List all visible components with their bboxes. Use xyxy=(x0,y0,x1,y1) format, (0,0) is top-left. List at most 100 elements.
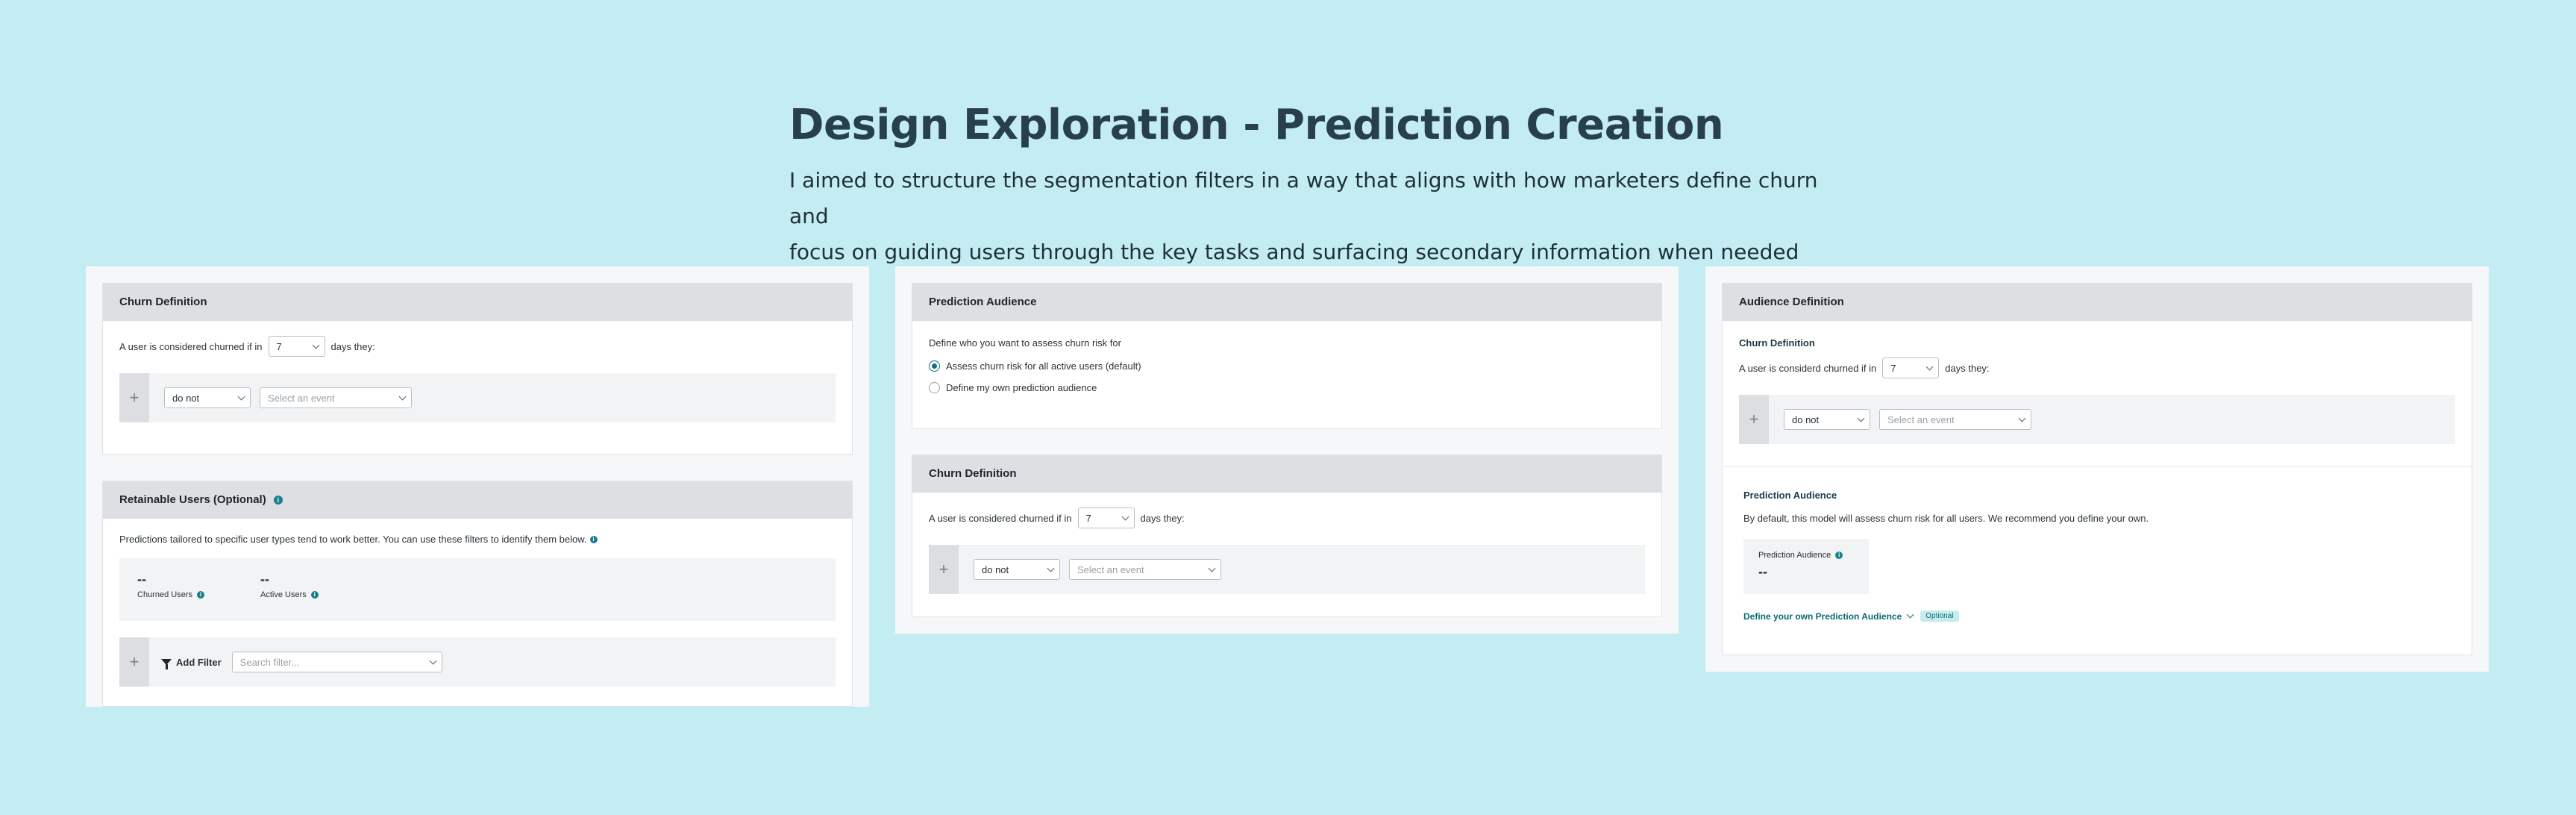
condition-select[interactable]: do not xyxy=(1784,409,1870,430)
subtitle-line-1: I aimed to structure the segmentation fi… xyxy=(789,168,1818,228)
section-title: Prediction Audience xyxy=(1743,490,1837,501)
add-filter-button[interactable]: Add Filter xyxy=(161,656,222,669)
chevron-down-icon xyxy=(1047,564,1055,572)
event-filter-row: + do not Select an event xyxy=(929,545,1645,594)
info-icon[interactable]: i xyxy=(273,496,283,505)
card-title: Retainable Users (Optional) xyxy=(119,493,266,506)
event-placeholder: Select an event xyxy=(1887,413,1955,425)
chevron-down-icon xyxy=(237,393,245,400)
event-placeholder: Select an event xyxy=(1077,563,1144,575)
chevron-down-icon xyxy=(1208,564,1216,572)
event-select[interactable]: Select an event xyxy=(1069,559,1221,580)
churn-rule-suffix: days they: xyxy=(330,340,375,352)
chevron-down-icon xyxy=(1925,363,1934,370)
churn-rule-suffix: days they: xyxy=(1945,362,1990,374)
event-select[interactable]: Select an event xyxy=(1879,409,2031,430)
info-icon[interactable]: i xyxy=(589,535,598,543)
days-value: 7 xyxy=(1085,512,1091,524)
card-title: Prediction Audience xyxy=(912,284,1661,321)
user-stats-box: -- Churned Users i -- Active Users i xyxy=(119,558,836,621)
filter-search-placeholder: Search filter... xyxy=(239,656,300,668)
days-value: 7 xyxy=(1890,362,1896,374)
days-select[interactable]: 7 xyxy=(1077,508,1135,528)
prediction-audience-section: Prediction Audience By default, this mod… xyxy=(1723,467,2472,637)
prediction-audience-card: Prediction Audience Define who you want … xyxy=(912,283,1662,429)
chevron-down-icon xyxy=(312,341,319,349)
card-title: Audience Definition xyxy=(1723,284,2472,321)
audience-description: By default, this model will assess churn… xyxy=(1743,513,2149,524)
condition-value: do not xyxy=(982,563,1009,575)
filter-search-select[interactable]: Search filter... xyxy=(231,652,442,672)
page-subtitle: I aimed to structure the segmentation fi… xyxy=(789,163,1834,270)
chevron-down-icon xyxy=(429,657,437,664)
chevron-down-icon xyxy=(1121,513,1129,520)
chevron-down-icon xyxy=(2018,414,2026,422)
event-placeholder: Select an event xyxy=(268,392,335,404)
churn-rule-suffix: days they: xyxy=(1140,512,1185,524)
stat-label: Active Users xyxy=(260,590,307,599)
days-value: 7 xyxy=(276,340,282,352)
churn-definition-card: Churn Definition A user is considered ch… xyxy=(102,283,853,455)
retainable-users-card: Retainable Users (Optional) i Prediction… xyxy=(102,481,853,707)
churn-definition-card: Churn Definition A user is considered ch… xyxy=(912,455,1662,617)
option-label: Define my own prediction audience xyxy=(946,382,1097,393)
box-label: Prediction Audience xyxy=(1758,551,1831,560)
panel-design-1: Churn Definition A user is considered ch… xyxy=(86,266,869,707)
stat-value: -- xyxy=(137,572,146,587)
panel-design-3: Audience Definition Churn Definition A u… xyxy=(1705,266,2489,672)
section-title: Churn Definition xyxy=(1739,337,1815,349)
box-value: -- xyxy=(1758,564,1767,579)
add-filter-plus-button[interactable]: + xyxy=(119,637,149,687)
condition-select[interactable]: do not xyxy=(974,559,1060,580)
churn-rule-prefix: A user is considered churned if in xyxy=(929,512,1072,524)
add-filter-row: + Add Filter Search filter... xyxy=(119,637,836,687)
churn-rule-row: A user is considerd churned if in 7 days… xyxy=(1739,357,2455,378)
card-title: Churn Definition xyxy=(912,455,1661,493)
radio-selected-icon[interactable] xyxy=(929,360,940,372)
radio-unselected-icon[interactable] xyxy=(929,382,940,393)
days-select[interactable]: 7 xyxy=(1882,357,1940,378)
churn-rule-row: A user is considered churned if in 7 day… xyxy=(119,336,836,357)
info-icon[interactable]: i xyxy=(196,591,204,599)
prediction-audience-box: Prediction Audience i -- xyxy=(1743,539,1869,594)
page-header: Design Exploration - Prediction Creation… xyxy=(789,96,1834,270)
add-condition-button[interactable]: + xyxy=(1739,395,1769,444)
define-audience-link[interactable]: Define your own Prediction Audience xyxy=(1743,611,1914,622)
churn-rule-row: A user is considered churned if in 7 day… xyxy=(929,508,1645,528)
link-label: Define your own Prediction Audience xyxy=(1743,611,1902,622)
audience-definition-card: Audience Definition Churn Definition A u… xyxy=(1722,283,2472,655)
stat-churned-users: -- Churned Users i xyxy=(137,572,260,621)
stat-active-users: -- Active Users i xyxy=(260,572,319,621)
condition-value: do not xyxy=(172,392,200,404)
panel-design-2: Prediction Audience Define who you want … xyxy=(895,266,1679,634)
info-icon[interactable]: i xyxy=(310,591,319,599)
days-select[interactable]: 7 xyxy=(268,336,325,357)
churn-rule-prefix: A user is considerd churned if in xyxy=(1739,362,1877,374)
condition-value: do not xyxy=(1792,413,1820,425)
event-select[interactable]: Select an event xyxy=(260,387,412,408)
stat-value: -- xyxy=(260,572,269,587)
churn-rule-prefix: A user is considered churned if in xyxy=(119,340,263,352)
add-condition-button[interactable]: + xyxy=(119,373,149,422)
retainable-description: Predictions tailored to specific user ty… xyxy=(119,534,587,545)
filter-icon xyxy=(161,659,172,669)
info-icon[interactable]: i xyxy=(1835,552,1843,559)
add-condition-button[interactable]: + xyxy=(929,545,959,594)
card-title-row: Retainable Users (Optional) i xyxy=(103,481,852,519)
add-filter-label: Add Filter xyxy=(176,656,222,668)
option-label: Assess churn risk for all active users (… xyxy=(946,360,1141,372)
optional-badge: Optional xyxy=(1920,611,1959,622)
condition-select[interactable]: do not xyxy=(164,387,251,408)
subtitle-line-2: focus on guiding users through the key t… xyxy=(789,240,1799,264)
audience-option-custom[interactable]: Define my own prediction audience xyxy=(929,382,1645,393)
card-title: Churn Definition xyxy=(103,284,852,321)
event-filter-row: + do not Select an event xyxy=(119,373,836,422)
audience-option-all-users[interactable]: Assess churn risk for all active users (… xyxy=(929,360,1645,372)
event-filter-row: + do not Select an event xyxy=(1739,395,2455,444)
page-title: Design Exploration - Prediction Creation xyxy=(789,101,1724,149)
stat-label: Churned Users xyxy=(137,590,192,599)
chevron-down-icon xyxy=(1857,414,1865,422)
audience-prompt: Define who you want to assess churn risk… xyxy=(929,337,1121,349)
churn-definition-section: Churn Definition A user is considerd chu… xyxy=(1723,321,2472,467)
chevron-down-icon xyxy=(1906,611,1914,619)
